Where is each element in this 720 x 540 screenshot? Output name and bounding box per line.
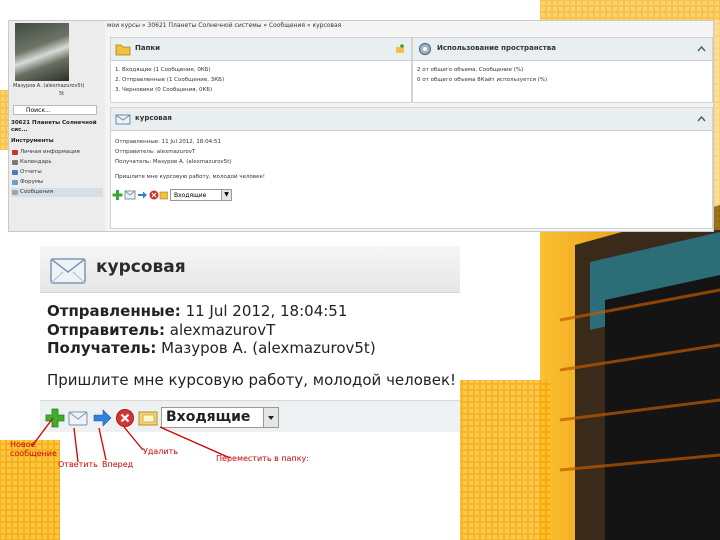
calendar-icon bbox=[12, 160, 18, 165]
course-title[interactable]: 30621 Планеты Солнечной сис... bbox=[11, 120, 103, 134]
new-message-icon[interactable] bbox=[112, 190, 123, 200]
sidebar-item-label: Личная информация bbox=[20, 149, 80, 155]
usage-panel: Использование пространства 2 от общего о… bbox=[412, 37, 713, 103]
folder-select[interactable]: Входящие bbox=[161, 407, 279, 428]
usage-line: 0 от общего объема 8Кайт используется (%… bbox=[417, 77, 548, 83]
chevron-down-icon[interactable]: ▼ bbox=[221, 190, 231, 200]
sidebar-item-messages[interactable]: Сообщения bbox=[11, 188, 103, 197]
message-title: курсовая bbox=[96, 257, 186, 277]
sidebar-item-calendar[interactable]: Календарь bbox=[11, 158, 103, 167]
sender-value: alexmazurovT bbox=[169, 321, 276, 339]
message-title: курсовая bbox=[135, 114, 172, 122]
mini-folder-select[interactable]: Входящие ▼ bbox=[170, 189, 232, 201]
sidebar-item-label: Форумы bbox=[20, 179, 44, 185]
person-icon bbox=[12, 150, 18, 155]
sent-value: 11 Jul 2012, 18:04:51 bbox=[185, 302, 348, 320]
callout-new-message-line2: сообщение bbox=[10, 449, 57, 458]
sidebar-item-forums[interactable]: Форумы bbox=[11, 178, 103, 187]
lms-screenshot: Мазуров А. (alexmazurov5t) 5t Поиск... 3… bbox=[8, 20, 714, 232]
sent-label: Отправленные: bbox=[47, 302, 181, 320]
message-body: Пришлите мне курсовую работу, молодой че… bbox=[47, 371, 457, 389]
usage-title: Использование пространства bbox=[437, 44, 556, 52]
chevron-down-icon[interactable] bbox=[263, 408, 278, 427]
sidebar-item-label: Сообщения bbox=[20, 189, 54, 195]
envelope-icon bbox=[115, 114, 131, 125]
reply-icon[interactable] bbox=[124, 190, 136, 200]
sender-label: Отправитель: bbox=[47, 321, 166, 339]
mail-icon bbox=[12, 190, 18, 195]
gear-icon bbox=[418, 42, 432, 56]
new-message-icon[interactable] bbox=[45, 408, 65, 428]
message-sender: Отправитель: alexmazurovT bbox=[47, 321, 275, 339]
message-recipient: Получатель: Мазуров А. (alexmazurov5t) bbox=[115, 159, 232, 165]
breadcrumb[interactable]: мои курсы » 30621 Планеты Солнечной сист… bbox=[107, 22, 341, 29]
forum-icon bbox=[12, 180, 18, 185]
folder-add-icon[interactable] bbox=[395, 44, 405, 54]
message-recipient: Получатель: Мазуров А. (alexmazurov5t) bbox=[47, 339, 376, 357]
message-sender: Отправитель: alexmazurovT bbox=[115, 149, 196, 155]
collapse-icon[interactable] bbox=[697, 115, 706, 122]
usage-panel-header: Использование пространства bbox=[413, 38, 712, 61]
callout-reply: Ответить bbox=[58, 460, 98, 469]
search-input[interactable]: Поиск... bbox=[13, 105, 97, 115]
delete-icon[interactable] bbox=[149, 190, 159, 200]
forward-icon[interactable] bbox=[92, 408, 112, 428]
recipient-value: Мазуров А. (alexmazurov5t) bbox=[161, 339, 376, 357]
callout-new-message-line1: Новое bbox=[10, 440, 36, 449]
sidebar-item-profile[interactable]: Личная информация bbox=[11, 148, 103, 157]
message-toolbar: Входящие bbox=[40, 400, 460, 432]
message-body: Пришлите мне курсовую работу, молодой че… bbox=[115, 174, 265, 180]
avatar bbox=[15, 23, 69, 81]
callout-delete: Удалить bbox=[143, 447, 178, 456]
callout-forward: Вперед bbox=[102, 460, 134, 469]
message-sent: Отправленные: 11 Jul 2012, 18:04:51 bbox=[47, 302, 347, 320]
callout-new-message: Новое сообщение bbox=[10, 440, 57, 458]
reply-icon[interactable] bbox=[68, 408, 88, 428]
user-status: 5t bbox=[59, 91, 65, 97]
folders-panel-header: Папки bbox=[111, 38, 411, 61]
move-to-folder-icon[interactable] bbox=[159, 191, 168, 200]
message-sent: Отправленные: 11 Jul 2012, 18:04:51 bbox=[115, 139, 221, 145]
folder-item[interactable]: 1. Входящие (1 Сообщение, 0КБ) bbox=[115, 67, 211, 73]
message-panel: курсовая Отправленные: 11 Jul 2012, 18:0… bbox=[110, 107, 713, 229]
folder-item[interactable]: 2. Отправленные (1 Сообщение, 3КБ) bbox=[115, 77, 224, 83]
folders-title: Папки bbox=[135, 44, 161, 52]
recipient-label: Получатель: bbox=[47, 339, 157, 357]
mini-toolbar bbox=[112, 190, 168, 200]
message-panel-header: курсовая bbox=[111, 108, 712, 131]
user-name[interactable]: Мазуров А. (alexmazurov5t) bbox=[13, 83, 85, 89]
sidebar-item-label: Календарь bbox=[20, 159, 52, 165]
collapse-icon[interactable] bbox=[697, 45, 706, 52]
usage-line: 2 от общего объема. Сообщение (%) bbox=[417, 67, 524, 73]
mini-folder-select-value: Входящие bbox=[174, 192, 207, 199]
sidebar-item-label: Отчеты bbox=[20, 169, 42, 175]
folders-panel: Папки 1. Входящие (1 Сообщение, 0КБ) 2. … bbox=[110, 37, 412, 103]
folder-item[interactable]: 3. Черновики (0 Сообщения, 0КБ) bbox=[115, 87, 212, 93]
folder-select-value: Входящие bbox=[166, 409, 251, 425]
move-to-folder-icon[interactable] bbox=[138, 408, 158, 428]
message-zoom-view: курсовая Отправленные: 11 Jul 2012, 18:0… bbox=[40, 246, 460, 432]
delete-icon[interactable] bbox=[115, 408, 135, 428]
sidebar: Мазуров А. (alexmazurov5t) 5t Поиск... 3… bbox=[9, 21, 105, 231]
message-header: курсовая bbox=[40, 246, 460, 293]
report-icon bbox=[12, 170, 18, 175]
tools-heading: Инструменты bbox=[11, 138, 54, 144]
envelope-icon bbox=[50, 258, 86, 284]
callout-move: Переместить в папку: bbox=[216, 454, 309, 463]
folder-icon bbox=[115, 44, 131, 56]
sidebar-item-reports[interactable]: Отчеты bbox=[11, 168, 103, 177]
forward-icon[interactable] bbox=[138, 191, 147, 199]
